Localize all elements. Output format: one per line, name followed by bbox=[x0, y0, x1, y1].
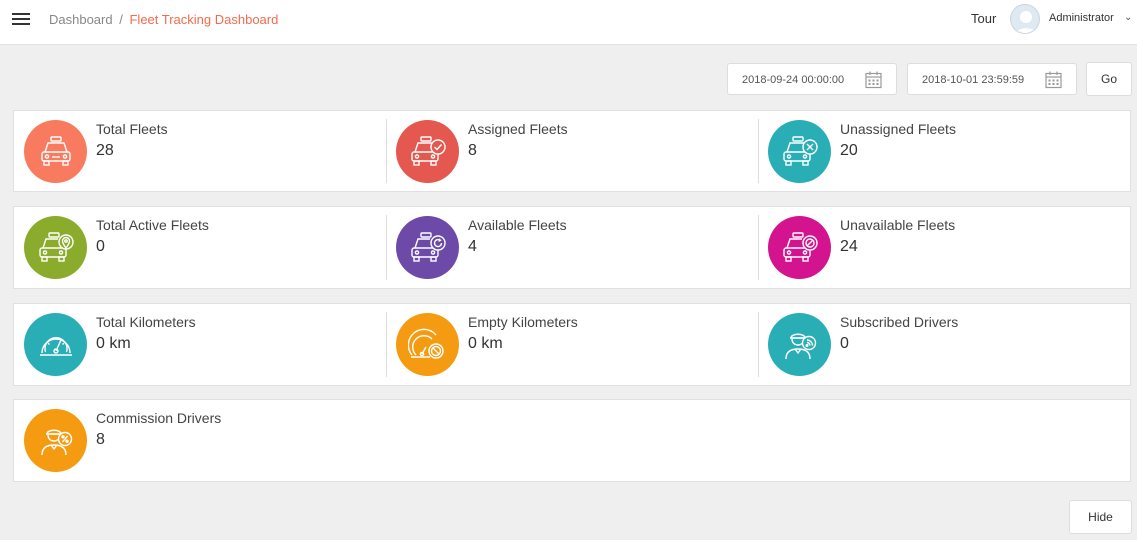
stat-label: Total Fleets bbox=[96, 121, 168, 137]
stat-value: 0 km bbox=[96, 335, 131, 352]
stat-circle bbox=[396, 120, 459, 183]
breadcrumb-current: Fleet Tracking Dashboard bbox=[129, 12, 279, 27]
stat-value: 8 bbox=[96, 431, 105, 448]
stats-row-distance-drivers: Total Kilometers 0 km Empty Kilometers 0… bbox=[13, 303, 1131, 386]
stat-label: Unassigned Fleets bbox=[840, 121, 956, 137]
stat-label: Assigned Fleets bbox=[468, 121, 568, 137]
stat-card-available-fleets: Available Fleets 4 bbox=[386, 215, 758, 280]
car-cross-icon bbox=[782, 135, 818, 166]
stat-circle bbox=[396, 216, 459, 279]
stat-card-total-fleets: Total Fleets 28 bbox=[14, 111, 386, 191]
stats-row-fleets: Total Fleets 28 Assigned Fleets 8 Unassi… bbox=[13, 110, 1131, 192]
speedometer-blocked-icon bbox=[407, 328, 444, 359]
car-pin-icon bbox=[38, 231, 74, 262]
stat-label: Total Active Fleets bbox=[96, 217, 209, 233]
hide-button[interactable]: Hide bbox=[1069, 500, 1132, 534]
speedometer-icon bbox=[39, 336, 72, 356]
stat-label: Subscribed Drivers bbox=[840, 314, 959, 330]
calendar-icon[interactable] bbox=[1045, 71, 1062, 89]
stat-circle bbox=[396, 313, 459, 376]
stat-card-total-active-fleets: Total Active Fleets 0 bbox=[14, 207, 386, 288]
stat-label: Total Kilometers bbox=[96, 314, 196, 330]
car-refresh-icon bbox=[410, 231, 446, 262]
stat-card-commission-drivers: Commission Drivers 8 bbox=[14, 400, 386, 481]
stat-card-subscribed-drivers: Subscribed Drivers 0 bbox=[758, 312, 1130, 377]
stat-circle bbox=[768, 120, 831, 183]
calendar-icon[interactable] bbox=[865, 71, 882, 89]
stat-value: 0 km bbox=[468, 335, 503, 352]
start-date-value: 2018-09-24 00:00:00 bbox=[742, 74, 845, 86]
stat-card-assigned-fleets: Assigned Fleets 8 bbox=[386, 119, 758, 183]
stat-value: 0 bbox=[96, 238, 105, 255]
user-silhouette-icon bbox=[1015, 11, 1037, 33]
stat-circle bbox=[768, 216, 831, 279]
driver-signal-icon bbox=[784, 333, 816, 359]
chevron-down-icon[interactable]: ⌄ bbox=[1124, 12, 1132, 23]
go-button[interactable]: Go bbox=[1086, 62, 1132, 96]
stat-value: 20 bbox=[840, 142, 858, 159]
stats-row-activity: Total Active Fleets 0 Available Fleets 4 bbox=[13, 206, 1131, 289]
stat-circle bbox=[768, 313, 831, 376]
driver-percent-icon bbox=[40, 429, 72, 455]
stat-label: Available Fleets bbox=[468, 217, 567, 233]
stat-value: 24 bbox=[840, 238, 858, 255]
end-date-input[interactable]: 2018-10-01 23:59:59 bbox=[907, 63, 1077, 95]
top-bar: Dashboard / Fleet Tracking Dashboard Tou… bbox=[0, 0, 1137, 45]
stat-label: Unavailable Fleets bbox=[840, 217, 956, 233]
stat-card-unassigned-fleets: Unassigned Fleets 20 bbox=[758, 119, 1130, 183]
stat-value: 0 bbox=[840, 335, 849, 352]
breadcrumb: Dashboard / Fleet Tracking Dashboard bbox=[49, 12, 278, 28]
stat-card-unavailable-fleets: Unavailable Fleets 24 bbox=[758, 215, 1130, 280]
stat-label: Commission Drivers bbox=[96, 410, 222, 426]
stat-value: 4 bbox=[468, 238, 477, 255]
stat-circle bbox=[24, 216, 87, 279]
car-icon bbox=[40, 135, 71, 166]
end-date-value: 2018-10-01 23:59:59 bbox=[922, 74, 1025, 86]
stat-circle bbox=[24, 120, 87, 183]
breadcrumb-separator: / bbox=[119, 12, 123, 27]
stat-card-empty-kilometers: Empty Kilometers 0 km bbox=[386, 312, 758, 377]
stat-circle bbox=[24, 313, 87, 376]
stat-value: 28 bbox=[96, 142, 114, 159]
stat-card-total-kilometers: Total Kilometers 0 km bbox=[14, 304, 386, 385]
stats-row-commission: Commission Drivers 8 bbox=[13, 399, 1131, 482]
car-check-icon bbox=[410, 135, 446, 166]
car-blocked-icon bbox=[782, 231, 818, 262]
tour-link[interactable]: Tour bbox=[971, 11, 996, 26]
user-menu[interactable]: Administrator bbox=[1049, 12, 1114, 24]
breadcrumb-dashboard-link[interactable]: Dashboard bbox=[49, 12, 113, 27]
stat-label: Empty Kilometers bbox=[468, 314, 578, 330]
stat-value: 8 bbox=[468, 142, 477, 159]
hamburger-menu-icon[interactable] bbox=[12, 13, 30, 27]
stat-circle bbox=[24, 409, 87, 472]
avatar[interactable] bbox=[1010, 4, 1040, 34]
start-date-input[interactable]: 2018-09-24 00:00:00 bbox=[727, 63, 897, 95]
